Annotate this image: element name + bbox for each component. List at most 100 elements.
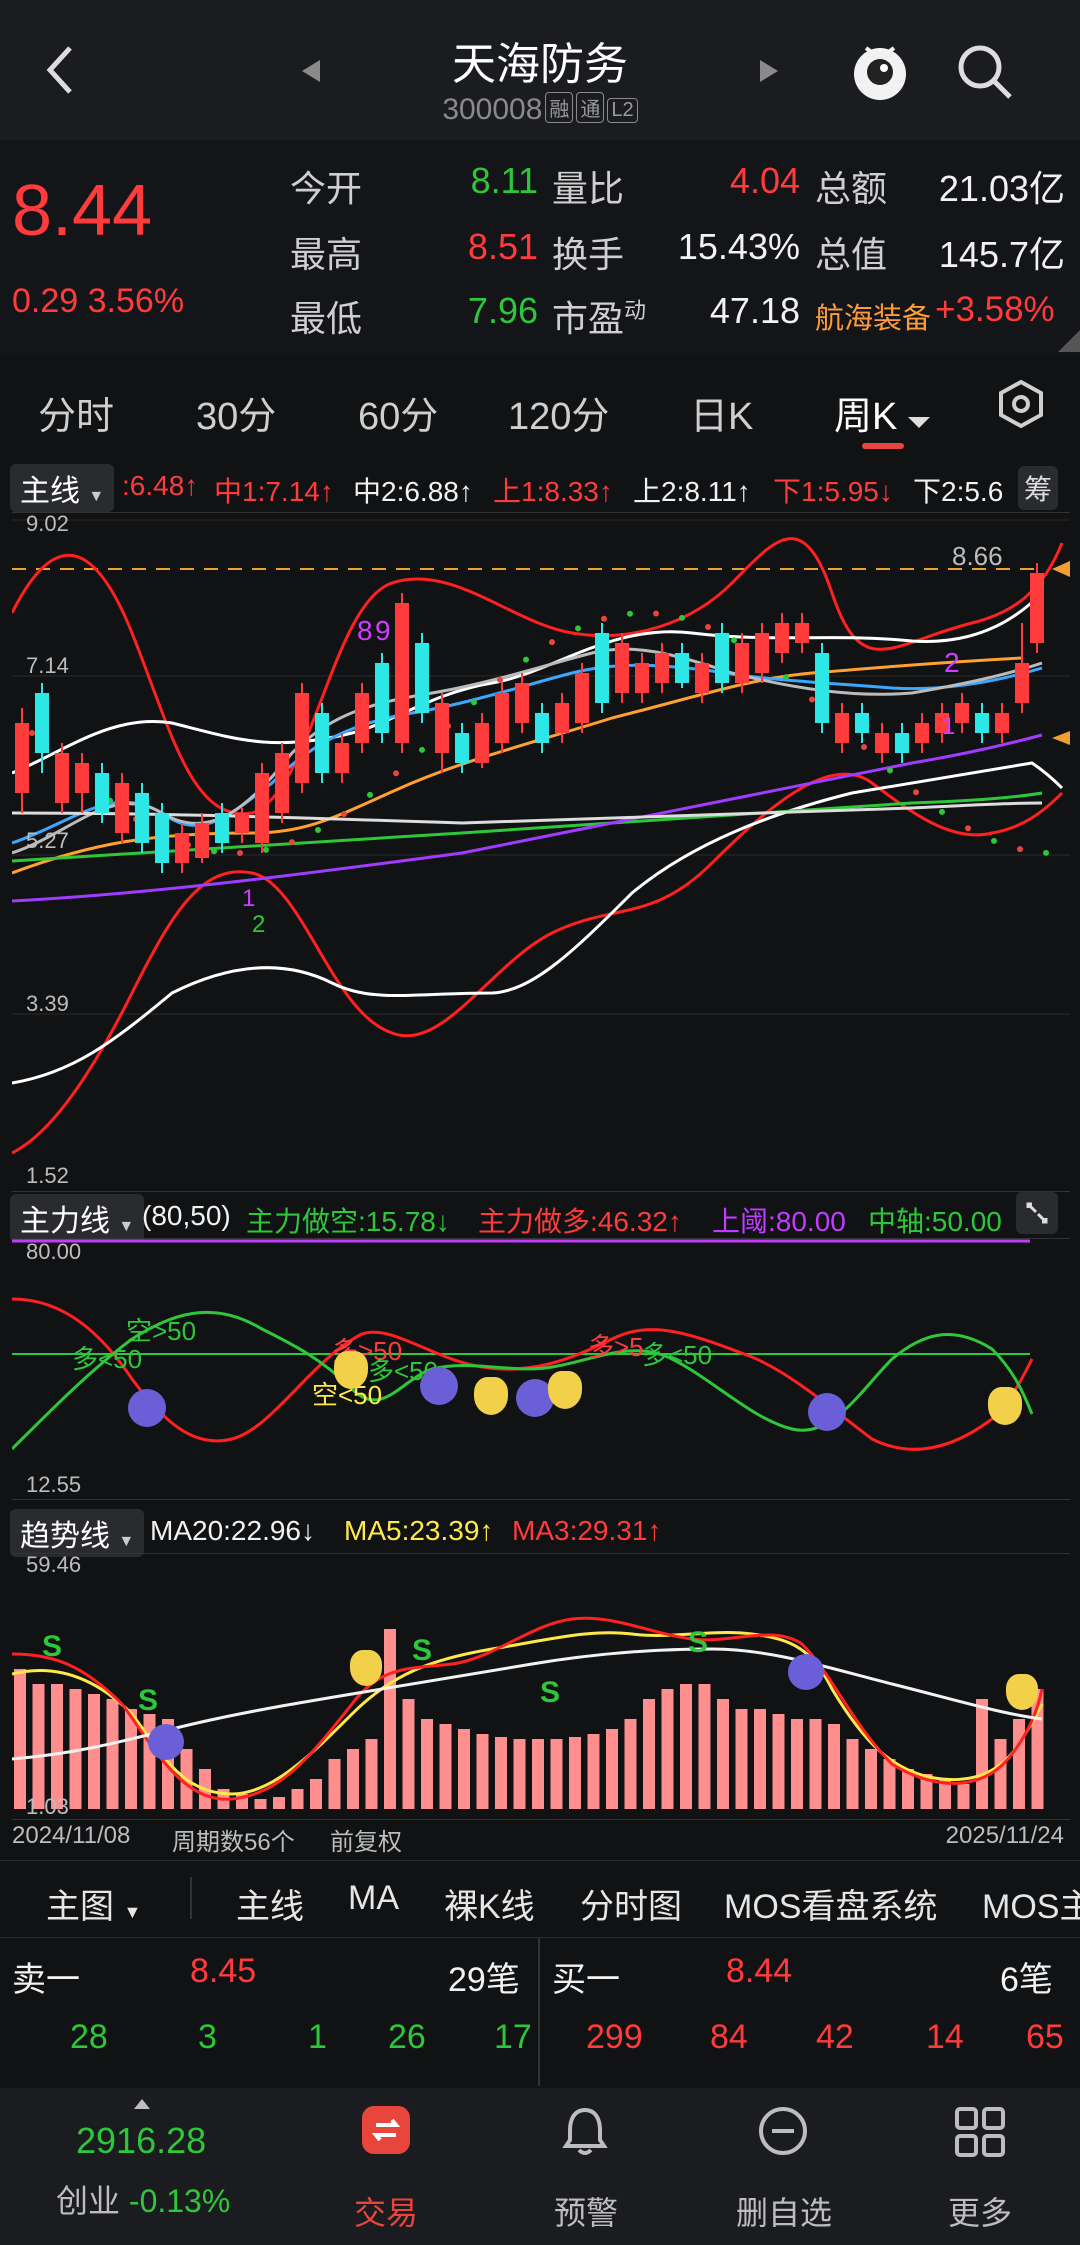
- tool-ma[interactable]: MA: [348, 1879, 399, 1918]
- mi-item-6: 下2:5.6: [913, 476, 1004, 507]
- mf-note-5: 多>5: [588, 1332, 644, 1362]
- tab-120min[interactable]: 120分: [508, 385, 609, 440]
- expand-icon[interactable]: [1016, 1192, 1058, 1234]
- s-mark: S: [138, 1684, 159, 1717]
- candle-body: [675, 653, 689, 683]
- bear-face-icon: [128, 1389, 166, 1427]
- candle-body: [315, 713, 329, 773]
- bottom-nav: 2916.28 创业 -0.13% 交易 预警 删自选 更多: [0, 2088, 1080, 2245]
- period-tabs: 分时 30分 60分 120分 日K 周K: [0, 365, 1080, 455]
- search-icon[interactable]: [955, 42, 1015, 107]
- sar-dot: [471, 699, 477, 706]
- mf-axis-1: 12.55: [26, 1472, 82, 1497]
- main-force-panel[interactable]: 80.00 12.55 空>50 多<50 多>50 多<50 空<50 多>5…: [12, 1238, 1070, 1500]
- tool-mos-system[interactable]: MOS看盘系统: [724, 1879, 937, 1928]
- candle-body: [55, 753, 69, 803]
- index-row[interactable]: 创业 -0.13%: [56, 2176, 230, 2222]
- stock-code-row: 300008 融通 L2: [0, 92, 1080, 127]
- candle-body: [255, 773, 269, 843]
- bell-icon[interactable]: [560, 2104, 610, 2163]
- trend-selector[interactable]: 趋势线 ▼: [10, 1509, 145, 1557]
- trend-bar: [587, 1734, 600, 1809]
- remove-watchlist-icon[interactable]: [756, 2104, 810, 2163]
- candle-body: [615, 643, 629, 693]
- candle-body: [335, 743, 349, 773]
- candle-body: [455, 733, 469, 763]
- main-indicator-row: 主线 ▼ :6.48↑ 中1:7.14↑ 中2:6.88↑ 上1:8.33↑ 上…: [0, 460, 1080, 512]
- value-market-cap: 145.7亿: [938, 234, 1065, 275]
- main-axis-4: 1.52: [26, 1163, 69, 1188]
- header-bar: 天海防务 300008 融通 L2: [0, 0, 1080, 140]
- price-change-row: 0.29 3.56%: [12, 282, 184, 321]
- sell-qty-5: 17: [494, 2018, 532, 2056]
- main-indicator-selector[interactable]: 主线 ▼: [10, 464, 115, 512]
- candle-body: [735, 643, 749, 683]
- trend-bar: [402, 1699, 415, 1809]
- next-stock-icon[interactable]: [758, 58, 780, 89]
- nav-more[interactable]: 更多: [920, 2188, 1040, 2234]
- trend-bar: [661, 1689, 674, 1809]
- order-book: 卖一 8.45 29笔 买一 8.44 6笔 28 3 1 26 17 299 …: [0, 1938, 1080, 2088]
- sar-dot: [549, 639, 555, 646]
- trend-panel[interactable]: 59.46 1.03 S S S S S: [12, 1552, 1070, 1820]
- candle-body: [755, 633, 769, 673]
- sar-dot: [809, 696, 815, 703]
- nav-trade[interactable]: 交易: [326, 2188, 446, 2234]
- candle-body: [535, 713, 549, 743]
- trend-bar: [532, 1739, 544, 1809]
- candle-body: [575, 673, 589, 723]
- sar-dot: [965, 825, 971, 832]
- mf-params: (80,50): [142, 1200, 231, 1231]
- tab-daily-k[interactable]: 日K: [690, 385, 753, 440]
- main-force-selector[interactable]: 主力线 ▼: [10, 1194, 145, 1242]
- settings-hex-icon[interactable]: [996, 379, 1046, 434]
- mi-item-2: 中2:6.88↑: [353, 476, 473, 507]
- stock-code: 300008: [442, 93, 543, 126]
- tool-intraday-chart[interactable]: 分时图: [580, 1879, 682, 1928]
- tab-30min[interactable]: 30分: [196, 385, 276, 440]
- index-value[interactable]: 2916.28: [76, 2120, 206, 2162]
- sector-name[interactable]: 航海装备: [815, 295, 931, 337]
- trend-bar: [347, 1749, 359, 1809]
- mi-item-0: :6.48↑: [122, 470, 199, 501]
- tool-bare-k[interactable]: 裸K线: [444, 1879, 535, 1928]
- grid-more-icon[interactable]: [954, 2106, 1006, 2163]
- tool-main-line[interactable]: 主线: [236, 1879, 304, 1928]
- trend-ma3: MA3:29.31↑: [512, 1515, 662, 1546]
- annot-8: 8: [357, 615, 373, 646]
- candle-body: [195, 823, 209, 858]
- candle-body: [435, 703, 449, 753]
- main-chart-panel[interactable]: 9.02 7.14 5.27 3.39 1.52 8.66 8 9 2 1 2 …: [12, 511, 1070, 1192]
- money-bag-icon: [474, 1377, 508, 1415]
- candle-body: [815, 653, 829, 723]
- tag-margin: 融: [545, 92, 574, 123]
- annot-2a: 2: [252, 911, 266, 938]
- sar-dot: [263, 846, 269, 853]
- mascot-icon[interactable]: [848, 36, 912, 109]
- chip-badge[interactable]: 筹: [1018, 466, 1059, 510]
- main-chart-selector[interactable]: 主图 ▼: [46, 1879, 141, 1928]
- sar-dot: [991, 837, 997, 844]
- nav-alert[interactable]: 预警: [526, 2188, 646, 2234]
- sar-dot: [939, 808, 945, 815]
- price-change-pct: 3.56%: [87, 282, 185, 320]
- expand-corner-icon[interactable]: [1058, 330, 1080, 357]
- tool-mos-main[interactable]: MOS主: [982, 1879, 1080, 1928]
- trend-bar: [698, 1684, 711, 1809]
- candle-body: [995, 713, 1009, 733]
- label-open: 今开: [290, 168, 363, 209]
- sell-price: 8.45: [190, 1952, 257, 1990]
- annot-9: 9: [375, 615, 391, 646]
- trend-bar: [254, 1799, 267, 1809]
- sar-dot: [315, 827, 321, 834]
- active-tab-underline: [862, 443, 904, 449]
- tab-weekly-k[interactable]: 周K: [834, 385, 930, 440]
- tab-intraday[interactable]: 分时: [38, 385, 114, 440]
- trade-icon[interactable]: [362, 2106, 410, 2154]
- sar-dot: [705, 623, 711, 630]
- tab-60min[interactable]: 60分: [358, 385, 438, 440]
- sar-dot: [679, 614, 685, 621]
- candle-body: [635, 663, 649, 693]
- nav-remove-watchlist[interactable]: 删自选: [724, 2188, 844, 2234]
- label-volume-ratio: 量比: [552, 168, 625, 209]
